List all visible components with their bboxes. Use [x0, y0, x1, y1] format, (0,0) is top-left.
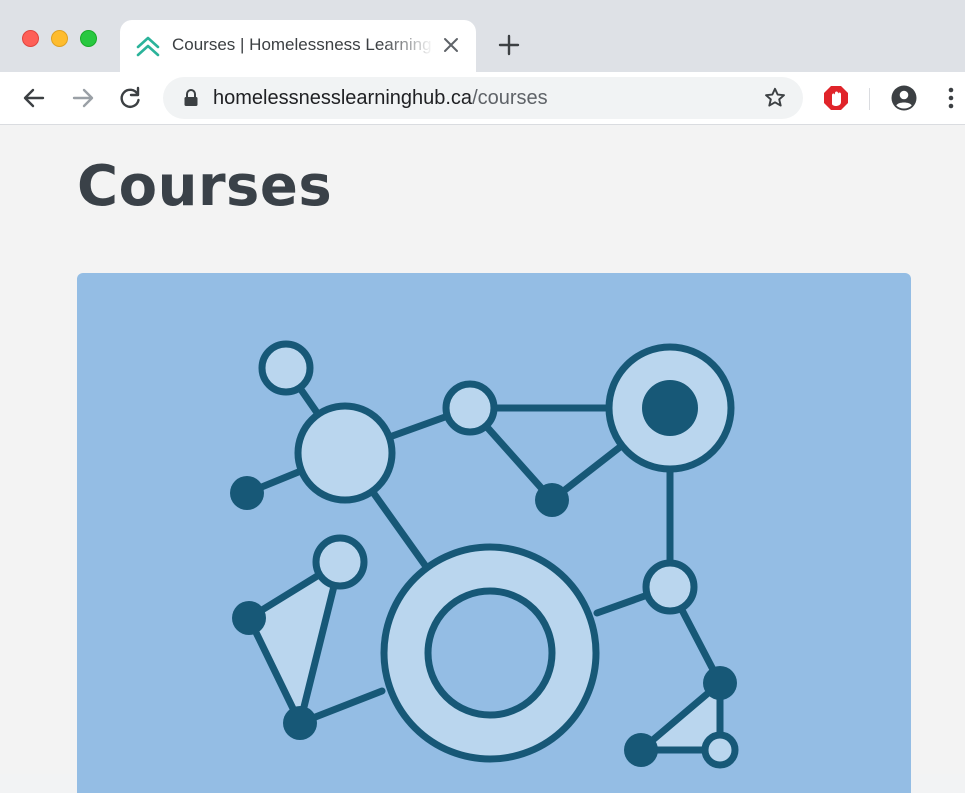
address-bar[interactable]: homelessnesslearninghub.ca/courses [163, 77, 803, 119]
kebab-menu-icon[interactable] [943, 84, 959, 112]
url-host: homelessnesslearninghub.ca [213, 87, 473, 109]
network-node [535, 483, 569, 517]
network-node [442, 380, 498, 436]
network-node [232, 601, 266, 635]
lock-icon[interactable] [183, 89, 199, 107]
arrow-right-icon[interactable] [70, 85, 96, 111]
toolbar-divider [869, 88, 870, 110]
network-illustration [230, 340, 739, 769]
page-content: Courses [0, 125, 965, 793]
network-node [703, 666, 737, 700]
window-close-button[interactable] [22, 30, 39, 47]
network-node [642, 559, 698, 615]
network-node [258, 340, 314, 396]
page-title: Courses [77, 154, 333, 219]
stop-sign-icon[interactable] [822, 84, 850, 112]
network-node [230, 476, 264, 510]
star-icon[interactable] [763, 86, 787, 110]
network-node [312, 534, 368, 590]
account-circle-icon[interactable] [890, 84, 918, 112]
network-node-core [642, 380, 698, 436]
url-text[interactable]: homelessnesslearninghub.ca/courses [213, 87, 548, 110]
network-node [294, 402, 396, 504]
browser-tab-active[interactable]: Courses | Homelessness Learning Hub [120, 20, 476, 72]
window-minimize-button[interactable] [51, 30, 68, 47]
reload-icon[interactable] [117, 85, 143, 111]
browser-toolbar: homelessnesslearninghub.ca/courses [0, 72, 965, 125]
plus-icon[interactable] [497, 33, 521, 57]
network-hub-inner [424, 587, 556, 719]
arrow-left-icon[interactable] [21, 85, 47, 111]
tab-title: Courses | Homelessness Learning Hub [172, 35, 434, 54]
chevrons-up-icon [136, 36, 160, 57]
url-path: /courses [472, 87, 548, 109]
course-card[interactable] [77, 273, 911, 793]
network-node [624, 733, 658, 767]
network-node [701, 731, 739, 769]
window-zoom-button[interactable] [80, 30, 97, 47]
tab-strip: Courses | Homelessness Learning Hub [0, 0, 965, 72]
close-icon[interactable] [440, 34, 462, 56]
network-node [283, 706, 317, 740]
